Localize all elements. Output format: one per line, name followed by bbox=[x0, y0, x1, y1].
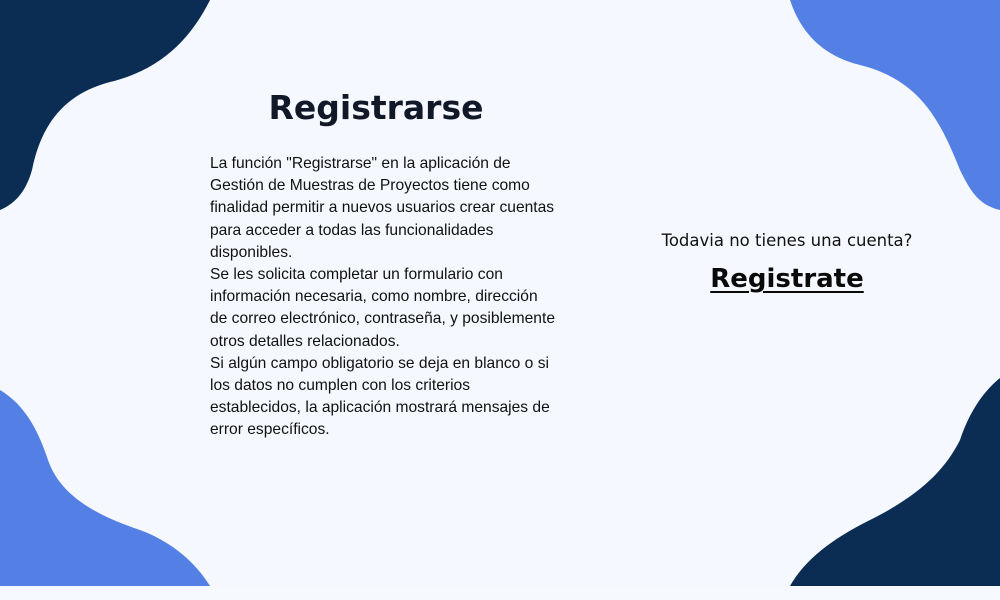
signup-description: La función "Registrarse" en la aplicació… bbox=[210, 153, 555, 442]
description-paragraph: La función "Registrarse" en la aplicació… bbox=[210, 155, 555, 261]
bottom-left-blue-blob bbox=[0, 390, 210, 586]
signup-page: Registrarse La función "Registrarse" en … bbox=[0, 0, 1000, 586]
register-link[interactable]: Registrate bbox=[660, 264, 914, 294]
description-paragraph: Se les solicita completar un formulario … bbox=[210, 266, 555, 350]
top-right-blue-blob bbox=[790, 0, 1000, 210]
top-left-navy-blob bbox=[0, 0, 210, 210]
page-title: Registrarse bbox=[268, 88, 484, 127]
signup-prompt: Todavia no tienes una cuenta? bbox=[661, 231, 913, 250]
bottom-right-navy-blob bbox=[790, 378, 1000, 586]
description-paragraph: Si algún campo obligatorio se deja en bl… bbox=[210, 354, 550, 439]
